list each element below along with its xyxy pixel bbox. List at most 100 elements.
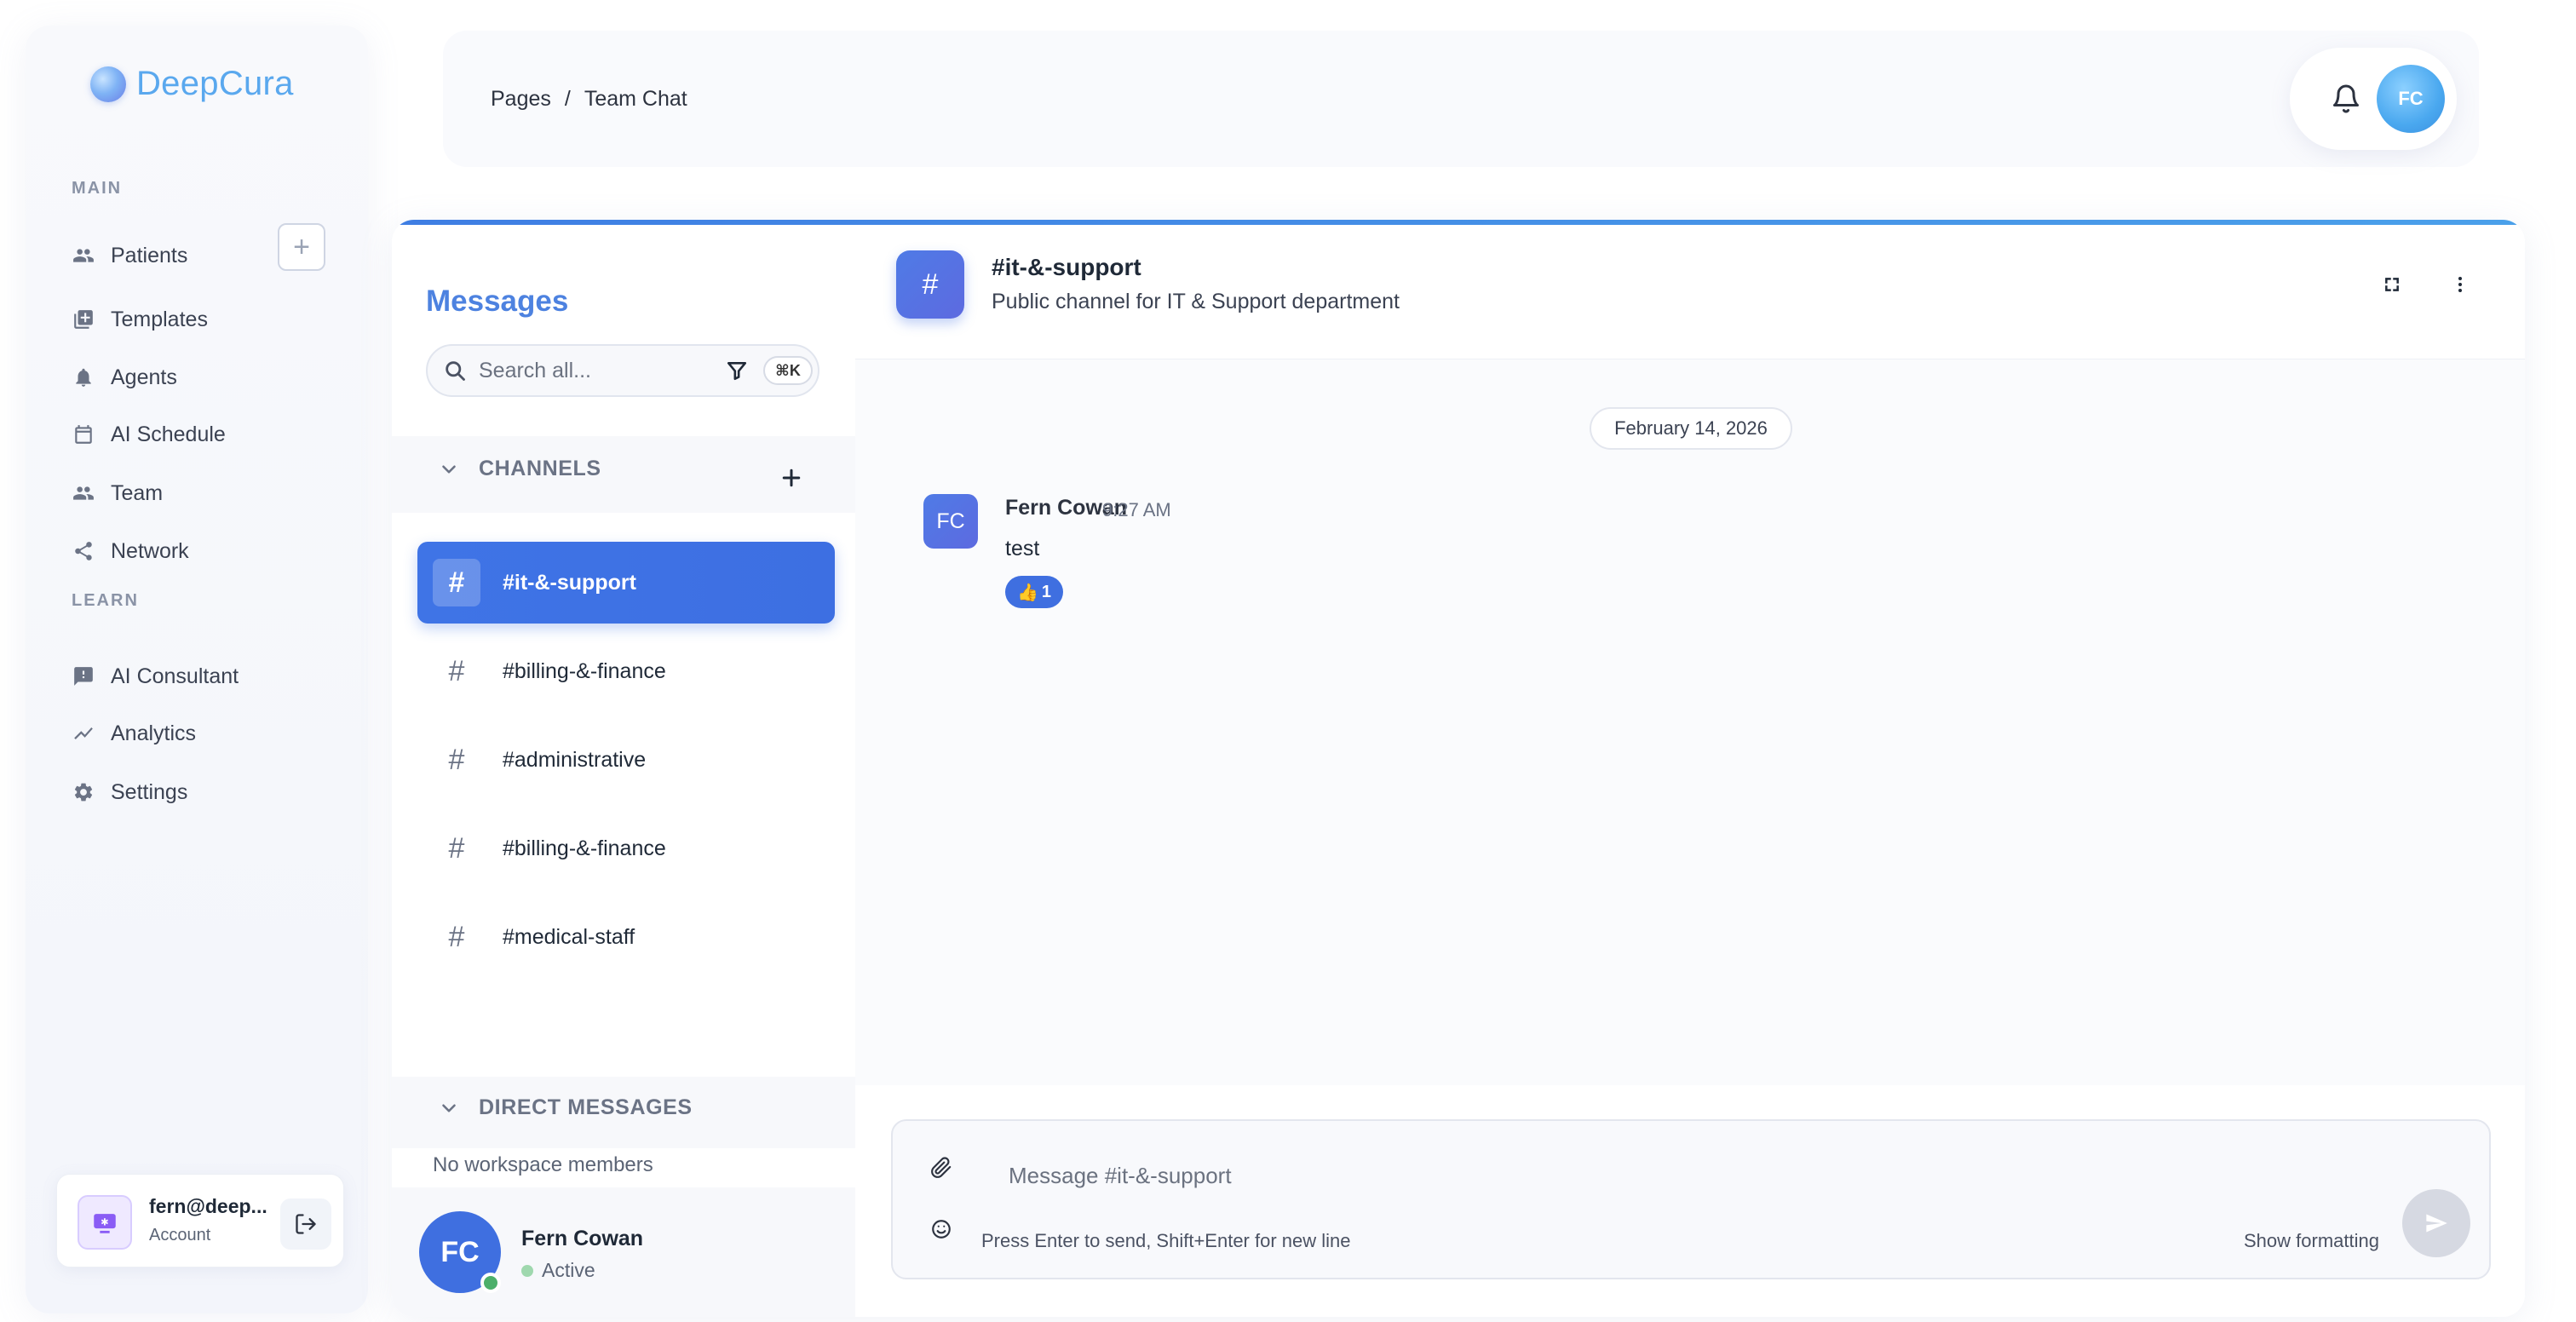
channel-item-billing-finance[interactable]: # #billing-&-finance (417, 630, 835, 712)
team-chat-card: Messages ⌘K CHANNELS # #it-&-support # #… (392, 220, 2525, 1317)
channel-hash-icon: # (896, 250, 964, 319)
sidebar-item-team[interactable]: Team (72, 474, 163, 512)
sidebar-item-label: Analytics (111, 721, 197, 745)
sidebar-item-patients[interactable]: Patients (72, 237, 187, 274)
share-icon (72, 539, 95, 563)
dm-empty-state: No workspace members (433, 1153, 653, 1176)
hash-icon: # (448, 743, 465, 776)
conversation-header: # #it-&-support Public channel for IT & … (855, 225, 2525, 359)
svg-text:✱: ✱ (101, 1216, 109, 1228)
breadcrumb-separator: / (564, 87, 571, 111)
direct-messages-toggle[interactable]: DIRECT MESSAGES (438, 1095, 693, 1120)
header-actions: FC (2290, 48, 2457, 150)
sidebar-item-agents[interactable]: Agents (72, 359, 177, 396)
plus-icon (782, 468, 801, 487)
channel-item-it-support[interactable]: # #it-&-support (417, 542, 835, 624)
shortcut-badge: ⌘K (763, 356, 813, 385)
section-label-main: MAIN (72, 179, 123, 198)
sidebar-item-analytics[interactable]: Analytics (72, 715, 196, 752)
add-channel-button[interactable] (779, 465, 804, 491)
logo-orb-icon (90, 66, 126, 102)
more-vertical-icon (2458, 277, 2462, 292)
user-avatar[interactable]: FC (2377, 65, 2445, 133)
channel-title: #it-&-support (992, 254, 1141, 280)
plus-icon: + (293, 230, 310, 263)
sidebar-item-label: Team (111, 480, 164, 505)
add-patient-button[interactable]: + (278, 223, 325, 271)
status-label: Active (542, 1259, 595, 1281)
search-box[interactable]: ⌘K (426, 344, 819, 397)
search-input[interactable] (479, 358, 709, 383)
channel-name: #medical-staff (503, 924, 635, 949)
account-email: fern@deep... (149, 1195, 267, 1217)
breadcrumb-pages[interactable]: Pages (491, 87, 551, 112)
status-dot-icon (521, 1264, 533, 1277)
channel-name: #billing-&-finance (503, 658, 666, 683)
message-text: test (1005, 537, 1040, 560)
channel-description: Public channel for IT & Support departme… (992, 290, 1400, 313)
sidebar-item-label: Patients (111, 243, 188, 267)
messages-title: Messages (426, 285, 569, 318)
sidebar-item-templates[interactable]: Templates (72, 301, 208, 338)
bell-alert-icon (72, 365, 95, 389)
reaction-count: 1 (1041, 582, 1052, 601)
sidebar-item-network[interactable]: Network (72, 532, 189, 570)
section-label-learn: LEARN (72, 591, 139, 610)
sidebar-item-ai-schedule[interactable]: AI Schedule (72, 416, 226, 453)
feedback-icon (72, 664, 95, 688)
channel-name: #administrative (503, 747, 647, 772)
fullscreen-button[interactable] (2378, 271, 2406, 298)
sidebar-item-label: Settings (111, 779, 188, 804)
show-formatting-toggle[interactable]: Show formatting (2244, 1230, 2379, 1252)
channels-toggle[interactable]: CHANNELS (438, 457, 601, 481)
account-subtitle: Account (149, 1226, 211, 1244)
sidebar-item-label: Agents (111, 365, 177, 389)
send-button[interactable] (2402, 1189, 2470, 1257)
emoji-icon[interactable] (930, 1218, 952, 1244)
paperclip-icon[interactable] (930, 1157, 952, 1183)
reaction-chip[interactable]: 👍 1 (1005, 576, 1064, 608)
library-add-icon (72, 308, 95, 331)
sidebar: DeepCura MAIN Patients + Templates Agent… (26, 26, 368, 1313)
channel-panel: Messages ⌘K CHANNELS # #it-&-support # #… (392, 225, 855, 1317)
notifications-bell-icon[interactable] (2331, 83, 2361, 118)
current-user-bar: FC Fern Cowan Active (392, 1187, 855, 1317)
hash-icon: # (433, 559, 480, 606)
top-bar: Pages / Team Chat FC (443, 31, 2479, 167)
people-icon (72, 481, 95, 505)
thumbs-up-icon: 👍 (1017, 583, 1038, 602)
app-name: DeepCura (136, 65, 294, 102)
chevron-down-icon (442, 1103, 456, 1112)
current-user-status[interactable]: Active (521, 1259, 595, 1282)
logout-button[interactable] (280, 1198, 331, 1250)
conversation-panel: # #it-&-support Public channel for IT & … (855, 225, 2525, 1317)
calendar-icon (72, 422, 95, 446)
direct-messages-label: DIRECT MESSAGES (479, 1095, 693, 1119)
composer-hint: Press Enter to send, Shift+Enter for new… (981, 1230, 1351, 1251)
date-divider: February 14, 2026 (1590, 407, 1792, 450)
channel-item-medical-staff[interactable]: # #medical-staff (417, 896, 835, 978)
search-icon (446, 361, 465, 381)
sidebar-item-settings[interactable]: Settings (72, 773, 187, 811)
channel-item-billing-finance-2[interactable]: # #billing-&-finance (417, 808, 835, 889)
current-user-name: Fern Cowan (521, 1227, 644, 1250)
account-card[interactable]: ✱ fern@deep... Account (56, 1174, 344, 1267)
message-author-avatar[interactable]: FC (923, 494, 978, 549)
channels-label: CHANNELS (479, 457, 601, 480)
sidebar-item-label: Templates (111, 307, 208, 331)
app-logo[interactable]: DeepCura (90, 65, 294, 103)
chevron-down-icon (442, 464, 456, 474)
message-input[interactable] (1009, 1158, 2201, 1193)
trending-line-icon (72, 721, 95, 745)
channel-name: #billing-&-finance (503, 836, 666, 860)
sidebar-item-ai-consultant[interactable]: AI Consultant (72, 658, 239, 695)
people-icon (72, 244, 95, 267)
channel-item-administrative[interactable]: # #administrative (417, 719, 835, 801)
more-options-button[interactable] (2447, 271, 2474, 298)
online-status-dot (480, 1273, 501, 1293)
hash-icon: # (448, 654, 465, 687)
hash-icon: # (448, 831, 465, 865)
filter-icon[interactable] (726, 359, 748, 386)
message-timestamp: 9:27 AM (1102, 499, 1171, 520)
hash-icon: # (448, 920, 465, 953)
